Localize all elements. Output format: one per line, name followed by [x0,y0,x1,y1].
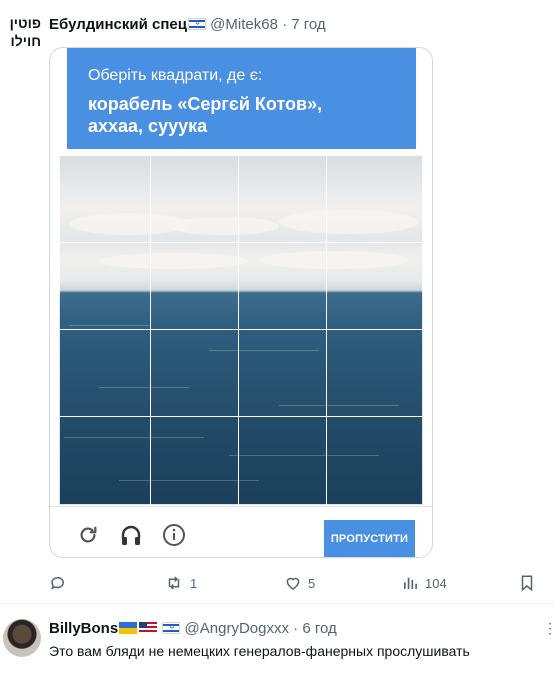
dot-separator: · [282,16,288,33]
sea-image [59,155,423,505]
grid-tile-5[interactable] [59,242,151,330]
reply-header: BillyBons ✡ @AngryDogxxx · 6 год [49,620,337,638]
israel-flag-icon: ✡ [162,622,181,634]
captcha-footer: ПРОПУСТИТИ [50,506,432,557]
captcha-instruction: Оберіть квадрати, де є: [88,67,263,84]
retweet-action[interactable]: 1 [164,575,197,591]
reply-handle[interactable]: @AngryDogxxx [185,620,289,637]
sidebar-clipped-text: פוטין חוילו [9,15,41,49]
heart-icon [286,577,300,590]
grid-tile-12[interactable] [326,329,423,417]
reply-text: Это вам бляди не немецких генералов-фане… [49,643,470,659]
grid-tile-1[interactable] [59,155,151,243]
retweet-icon [168,576,180,590]
like-count: 5 [308,575,316,591]
captcha-target-line2: аххаа, сууука [88,116,208,136]
like-action[interactable]: 5 [284,575,315,591]
grid-tile-10[interactable] [150,329,239,417]
grid-tile-16[interactable] [326,416,423,505]
avatar[interactable] [3,619,41,657]
captcha-target-line1: корабель «Сергєй Котов», [88,94,323,114]
usa-flag-icon [139,622,158,634]
captcha-media-card[interactable]: Оберіть квадрати, де є: корабель «Сергєй… [49,47,433,558]
bookmark-icon [521,575,533,592]
reload-icon[interactable] [76,523,100,547]
more-options-icon[interactable]: ⋮ [543,620,554,637]
views-chart-icon [404,577,417,589]
captcha-target: корабель «Сергєй Котов», аххаа, сууука [88,93,322,137]
tweet-divider [0,603,554,604]
ukraine-flag-icon [119,622,138,634]
views-action[interactable]: 104 [401,575,447,591]
dot-separator: · [293,620,299,637]
grid-tile-13[interactable] [59,416,151,505]
bookmark-action[interactable] [518,575,536,592]
info-icon[interactable] [162,523,186,547]
grid-tile-8[interactable] [326,242,423,330]
tweet-header: Ебулдинский спец ✡ @Mitek68 · 7 год [49,16,326,34]
grid-tile-3[interactable] [238,155,327,243]
grid-tile-14[interactable] [150,416,239,505]
retweet-count: 1 [190,575,198,591]
grid-tile-4[interactable] [326,155,423,243]
author-name[interactable]: Ебулдинский спец [49,16,187,33]
grid-tile-7[interactable] [238,242,327,330]
author-handle[interactable]: @Mitek68 [210,16,278,33]
grid-tile-9[interactable] [59,329,151,417]
reply-author-name[interactable]: BillyBons [49,620,118,637]
grid-tile-2[interactable] [150,155,239,243]
skip-button[interactable]: ПРОПУСТИТИ [324,520,415,557]
captcha-header: Оберіть квадрати, де є: корабель «Сергєй… [67,48,416,149]
reply-time[interactable]: 6 год [302,620,336,637]
tweet-time[interactable]: 7 год [291,16,325,33]
grid-tile-6[interactable] [150,242,239,330]
grid-tile-15[interactable] [238,416,327,505]
reply-action[interactable] [49,575,73,591]
views-count: 104 [425,575,447,591]
reply-icon [51,577,64,590]
grid-tile-11[interactable] [238,329,327,417]
headphones-icon[interactable] [118,522,144,548]
israel-flag-icon: ✡ [187,18,206,30]
